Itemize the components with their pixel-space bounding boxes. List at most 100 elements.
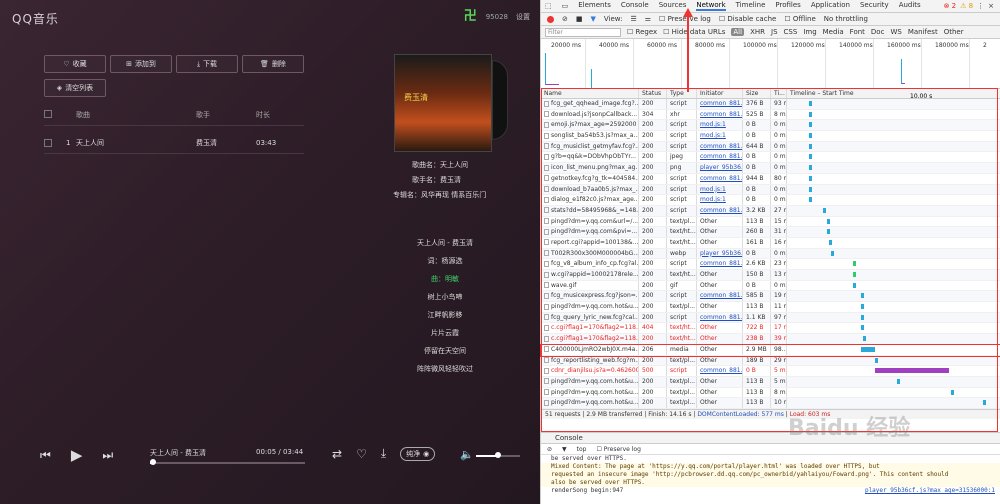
tab-elements[interactable]: Elements [578,1,611,11]
song-row[interactable]: 1 天上人间 费玉清 03:43 [44,138,304,148]
previous-icon[interactable]: ⏮ [40,448,51,463]
overview-tick: 120000 ms [791,42,825,49]
tab-audits[interactable]: Audits [899,1,921,11]
row-checkbox[interactable] [44,139,52,147]
quality-toggle[interactable]: 纯净 ◉ [400,446,436,461]
clear-list-button[interactable]: ◈ 清空列表 [44,79,106,97]
tab-application[interactable]: Application [811,1,850,11]
console-line: renderSong begin:947 player_95b36cf.js?ma… [551,487,995,495]
overview-gridline [969,39,970,89]
record-icon[interactable] [547,15,554,23]
regex-checkbox[interactable]: ☐ Regex [627,28,657,36]
type-filter-manifest[interactable]: Manifest [908,28,938,36]
camera-icon[interactable]: ■ [576,15,583,23]
overview-tick: 20000 ms [551,42,581,49]
overview-tick: 160000 ms [887,42,921,49]
overview-gridline [585,39,586,89]
more-icon[interactable]: ⋮ [977,2,984,10]
lyric-line: 阵阵微风轻轻吹过 [417,365,473,373]
tab-console[interactable]: Console [621,1,649,11]
hide-data-urls-checkbox[interactable]: ☐ Hide data URLs [663,28,725,36]
download-icon[interactable]: ⤓ [381,446,386,461]
user-area: 卍 95028 设置 [464,10,530,24]
timeline-tick: 10.00 s [910,93,933,100]
type-filter-xhr[interactable]: XHR [750,28,765,36]
console-preserve-log-checkbox[interactable]: ☐ Preserve log [597,444,641,454]
type-filters: All XHR JS CSS Img Media Font Doc WS Manifest Othe… [731,28,964,36]
type-filter-media[interactable]: Media [823,28,844,36]
device-icon[interactable]: ▭ [562,2,569,10]
favorite-label: 收藏 [72,60,87,68]
song-toolbar: ♡ 收藏 ⊞ 添加到 ⤓ 下载 🗑 删除 ◈ 清空列表 [44,55,306,97]
issue-badges[interactable]: ⊗ 2 ⚠ 8 ⋮ × [944,2,1000,10]
tab-security[interactable]: Security [860,1,889,11]
console-source-link[interactable]: player_95b36cf.js?max_age=31536000:1 [865,487,995,495]
context-select[interactable]: top [577,444,587,454]
time-readout: 00:05 / 03:44 [256,448,304,456]
type-filter-font[interactable]: Font [850,28,865,36]
row-singer[interactable]: 费玉清 [196,138,256,148]
list-view-icon[interactable]: ☰ [630,15,636,23]
user-avatar[interactable]: 卍 [464,10,478,24]
play-icon[interactable]: ▶ [71,446,83,464]
type-filter-all[interactable]: All [731,28,745,36]
volume-icon[interactable]: 🔈 [460,448,474,461]
type-filter-other[interactable]: Other [944,28,964,36]
offline-checkbox[interactable]: ☐ Offline [784,15,815,23]
clear-icon[interactable]: ⊘ [562,15,568,23]
download-button[interactable]: ⤓ 下载 [176,55,238,73]
progress-bar[interactable] [150,459,305,465]
settings-link[interactable]: 设置 [516,12,530,22]
overview-tick: 80000 ms [695,42,725,49]
type-filter-js[interactable]: JS [771,28,778,36]
progress-handle[interactable] [150,459,157,465]
row-song[interactable]: 天上人间 [76,138,196,148]
favorite-button[interactable]: ♡ 收藏 [44,55,106,73]
lyric-line: 停留在天空间 [424,347,466,355]
next-icon[interactable]: ⏭ [102,448,113,463]
cover-label: 费玉清 [404,93,428,102]
arrow-annotation [687,14,689,92]
tab-network[interactable]: Network [696,1,726,11]
warning-count: ⚠ 8 [960,2,974,10]
delete-label: 删除 [271,60,286,68]
vinyl-disk [492,60,508,140]
overview-tick: 100000 ms [743,42,777,49]
devtools-tabbar: ⬚ ▭ Elements Console Sources Network Timelin… [541,0,1000,13]
app-logo: QQ音乐 [12,12,59,26]
overview-tick: 2 [983,42,987,49]
type-filter-css[interactable]: CSS [784,28,798,36]
shuffle-icon[interactable]: ⇄ [332,447,342,461]
overview-gridline [825,39,826,89]
type-filter-img[interactable]: Img [803,28,816,36]
throttle-select[interactable]: No throttling [824,15,868,23]
add-to-button[interactable]: ⊞ 添加到 [110,55,172,73]
inspect-icon[interactable]: ⬚ [545,2,552,10]
overview-gridline [681,39,682,89]
trash-icon: 🗑 [260,60,269,68]
disable-cache-checkbox[interactable]: ☐ Disable cache [719,15,776,23]
clear-console-icon[interactable]: ⊘ [547,444,552,454]
volume-handle[interactable] [495,452,501,458]
network-overview[interactable]: 20000 ms 40000 ms 60000 ms 80000 ms 100000 m… [541,39,1000,89]
filter-icon[interactable]: ▼ [562,444,567,454]
filter-input[interactable]: Filter [545,27,621,37]
meta-singer: 歌手名：费玉清 [412,176,461,184]
console-tab[interactable]: Console [541,433,1000,444]
console-line: be served over HTTPS. [551,455,627,462]
delete-button[interactable]: 🗑 删除 [242,55,304,73]
tab-timeline[interactable]: Timeline [736,1,766,11]
type-filter-doc[interactable]: Doc [871,28,885,36]
volume-slider[interactable] [476,452,520,458]
type-filter-ws[interactable]: WS [890,28,901,36]
tab-profiles[interactable]: Profiles [775,1,800,11]
overview-activity [545,53,559,85]
close-icon[interactable]: × [988,2,994,10]
filter-icon[interactable]: ▼ [591,15,596,23]
waterfall-view-icon[interactable]: ⚌ [645,15,651,23]
plus-icon: ⊞ [126,60,132,68]
heart-icon[interactable]: ♡ [356,447,367,461]
select-all-checkbox[interactable] [44,110,52,118]
lyric-line: 词：杨源选 [427,257,463,265]
overview-activity [591,69,621,89]
